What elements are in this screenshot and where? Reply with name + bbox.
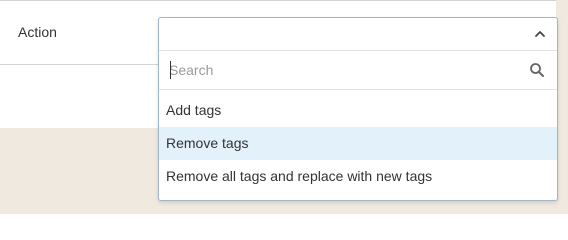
chevron-up-icon[interactable] <box>533 27 547 41</box>
options-list: Add tags Remove tags Remove all tags and… <box>159 90 557 193</box>
search-row <box>159 51 557 90</box>
action-select-trigger[interactable] <box>159 18 557 51</box>
search-icon <box>530 63 544 77</box>
option-remove-all-tags-and-replace[interactable]: Remove all tags and replace with new tag… <box>159 160 557 193</box>
divider <box>0 0 556 1</box>
action-label: Action <box>18 24 57 40</box>
page: Action Add tags Remove tags Remove all t… <box>0 0 568 214</box>
option-remove-tags[interactable]: Remove tags <box>159 127 557 160</box>
text-cursor <box>170 61 171 79</box>
option-add-tags[interactable]: Add tags <box>159 94 557 127</box>
divider <box>0 64 160 65</box>
search-input[interactable] <box>169 59 519 81</box>
action-select[interactable]: Add tags Remove tags Remove all tags and… <box>158 17 558 201</box>
